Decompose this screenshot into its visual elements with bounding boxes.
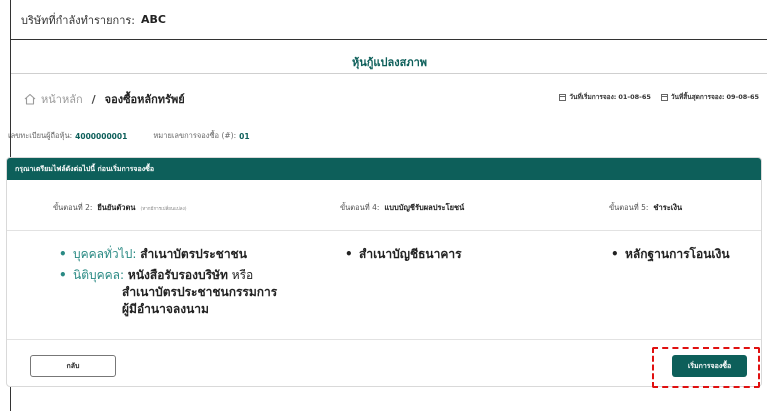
list-item: • นิติบุคคล: หนังสือรับรองบริษัท หรือ <box>59 268 254 282</box>
calendar-icon <box>660 93 668 101</box>
document-checklist-card: กรุณาเตรียมไฟล์ดังต่อไปนี้ ก่อนเริ่มการจ… <box>6 157 762 387</box>
column-identity-docs: • บุคคลทั่วไป: สำเนาบัตรประชาชน • นิติบุ… <box>59 246 277 318</box>
breadcrumb: หน้าหลัก / จองซื้อหลักทรัพย์ <box>23 90 185 108</box>
booking-value: 01 <box>239 131 250 141</box>
column-payment-docs: • หลักฐานการโอนเงิน <box>611 246 730 263</box>
individual-doc: สำเนาบัตรประชาชน <box>140 247 247 261</box>
booking-label: หมายเลขการจองซื้อ (#): <box>153 131 237 140</box>
steps-row: ขั้นตอนที่ 2: ยืนยันตัวตน (หากมีการเปลี่… <box>7 202 761 218</box>
header-divider <box>11 73 767 74</box>
steps-divider <box>7 230 761 231</box>
step-title: แบบบัญชีรับผลประโยชน์ <box>384 203 465 212</box>
juristic-doc-line3: ผู้มีอำนาจลงนาม <box>122 302 209 316</box>
card-header: กรุณาเตรียมไฟล์ดังต่อไปนี้ ก่อนเริ่มการจ… <box>7 158 761 180</box>
footer-divider <box>7 339 761 340</box>
holder-value: 4000000001 <box>75 131 128 141</box>
list-item: • สำเนาบัญชีธนาคาร <box>345 247 462 261</box>
end-date-value: 09-08-65 <box>726 93 759 101</box>
start-date-label: วันที่เริ่มการจอง: <box>569 93 617 101</box>
juristic-doc: หนังสือรับรองบริษัท <box>127 268 228 282</box>
breadcrumb-separator: / <box>91 92 96 106</box>
end-date: วันที่สิ้นสุดการจอง: 09-08-65 <box>660 92 761 102</box>
step-title: ชำระเงิน <box>653 203 683 212</box>
step-note: (หากมีการเปลี่ยนแปลง) <box>140 207 187 212</box>
juristic-doc-line2: สำเนาบัตรประชาชนกรรมการ <box>122 285 278 299</box>
back-button[interactable]: กลับ <box>30 355 116 377</box>
breadcrumb-home-link[interactable]: หน้าหลัก <box>41 90 83 108</box>
start-date: วันที่เริ่มการจอง: 01-08-65 <box>559 92 653 102</box>
company-label: บริษัทที่กำลังทำรายการ: <box>21 13 136 27</box>
transfer-proof-doc: หลักฐานการโอนเงิน <box>625 247 730 261</box>
list-item: • หลักฐานการโอนเงิน <box>611 247 730 261</box>
company-name: ABC <box>141 13 166 26</box>
step-prefix: ขั้นตอนที่ 5: <box>609 203 649 212</box>
booking-dates: วันที่เริ่มการจอง: 01-08-65 วันที่สิ้นสุ… <box>551 92 761 102</box>
step-prefix: ขั้นตอนที่ 2: <box>53 203 93 212</box>
end-date-label: วันที่สิ้นสุดการจอง: <box>670 93 725 101</box>
individual-label: บุคคลทั่วไป: <box>73 247 137 261</box>
bank-book-doc: สำเนาบัญชีธนาคาร <box>359 247 462 261</box>
step-prefix: ขั้นตอนที่ 4: <box>340 203 380 212</box>
step-title: ยืนยันตัวตน <box>97 203 136 212</box>
juristic-conj: หรือ <box>231 268 254 282</box>
column-bank-docs: • สำเนาบัญชีธนาคาร <box>345 246 462 263</box>
page-title: หุ้นกู้แปลงสภาพ <box>351 56 427 69</box>
start-booking-button[interactable]: เริ่มการจองซื้อ <box>672 355 747 377</box>
calendar-icon <box>559 93 567 101</box>
step-2: ขั้นตอนที่ 2: ยืนยันตัวตน (หากมีการเปลี่… <box>53 202 186 214</box>
step-5: ขั้นตอนที่ 5: ชำระเงิน <box>609 202 682 214</box>
breadcrumb-current: จองซื้อหลักทรัพย์ <box>104 93 185 106</box>
registration-info: เลขทะเบียนผู้ถือหุ้น: 4000000001 หมายเลข… <box>8 130 250 142</box>
home-icon[interactable] <box>23 92 37 106</box>
holder-label: เลขทะเบียนผู้ถือหุ้น: <box>8 131 73 140</box>
juristic-label: นิติบุคคล: <box>73 268 125 282</box>
step-4: ขั้นตอนที่ 4: แบบบัญชีรับผลประโยชน์ <box>340 202 464 214</box>
start-date-value: 01-08-65 <box>618 93 651 101</box>
company-bar: บริษัทที่กำลังทำรายการ: ABC <box>11 0 767 40</box>
list-item: • บุคคลทั่วไป: สำเนาบัตรประชาชน <box>59 247 247 261</box>
